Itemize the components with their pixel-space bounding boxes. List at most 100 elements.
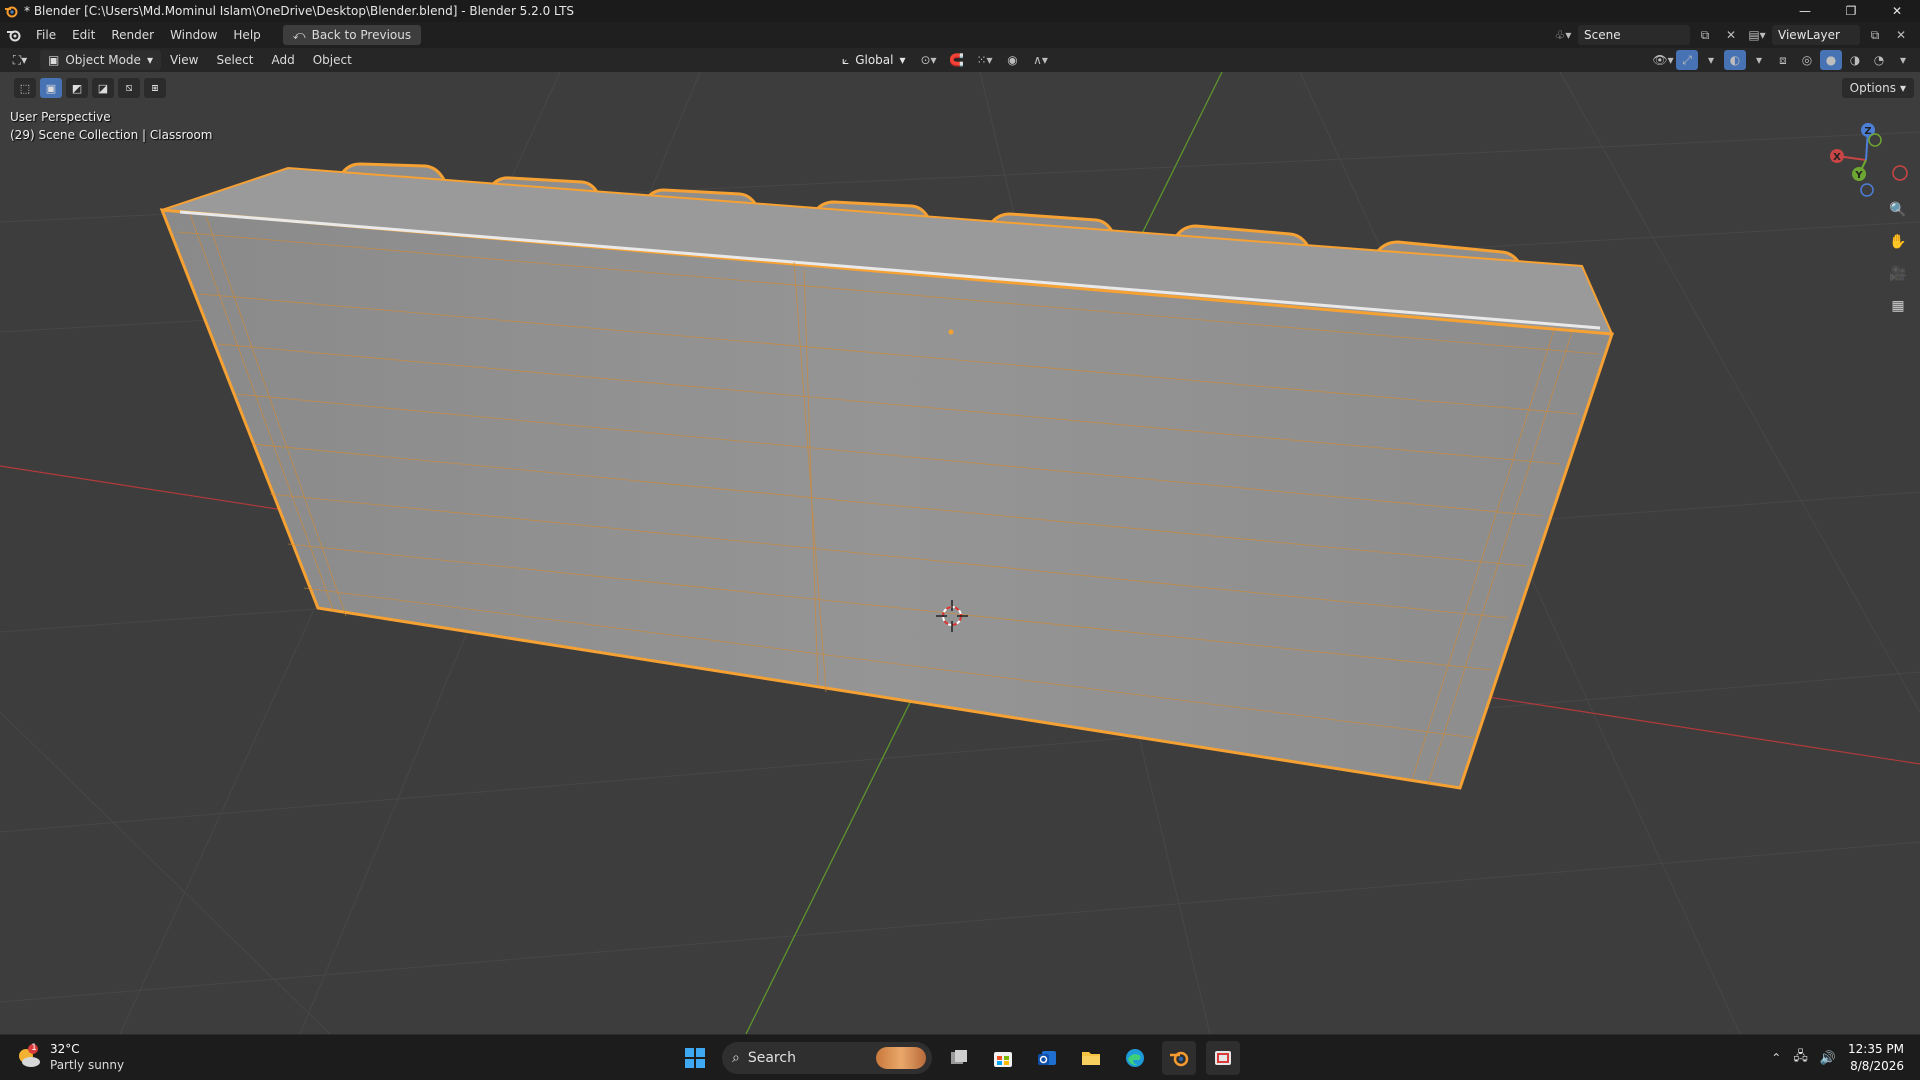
xray-toggle-icon[interactable]: ⧈	[1772, 50, 1794, 70]
object-mode-icon: ▣	[48, 53, 60, 67]
falloff-icon[interactable]: ∧▾	[1030, 50, 1052, 70]
menu-select[interactable]: Select	[207, 53, 262, 67]
viewport-scene: X Y Z	[0, 72, 1920, 1034]
scene-field[interactable]: Scene	[1578, 25, 1690, 45]
chevron-down-icon: ▾	[146, 53, 153, 67]
gizmo-toggle-icon[interactable]: ⤢	[1676, 50, 1698, 70]
pivot-point-icon[interactable]: ⊙▾	[918, 50, 940, 70]
search-highlight-image	[876, 1047, 926, 1069]
pan-hand-icon[interactable]: ✋	[1886, 230, 1910, 254]
blender-taskbar-icon[interactable]	[1162, 1041, 1196, 1075]
gizmo-z-label: Z	[1864, 126, 1871, 137]
orientation-label: Global	[855, 53, 894, 67]
microsoft-store-icon[interactable]	[986, 1041, 1020, 1075]
volume-icon[interactable]: 🔊	[1820, 1051, 1836, 1066]
chevron-down-icon: ▾	[899, 53, 906, 67]
menu-render[interactable]: Render	[103, 28, 162, 42]
chevron-down-icon: ▾	[1899, 81, 1906, 95]
windows-start-icon[interactable]	[678, 1041, 712, 1075]
windows-taskbar: 1 32°C Partly sunny ⌕ Search ⌃ 🖧 🔊 12:35…	[0, 1034, 1920, 1080]
task-view-icon[interactable]	[942, 1041, 976, 1075]
shading-rendered-icon[interactable]: ◔	[1868, 50, 1890, 70]
new-view-layer-icon[interactable]: ⧉	[1864, 25, 1886, 45]
orientation-icon: ⟀	[842, 52, 850, 67]
remove-scene-icon[interactable]: ✕	[1720, 25, 1742, 45]
viewport-header: ⛶▾ ▣ Object Mode ▾ View Select Add Objec…	[0, 48, 1920, 72]
clock-time: 12:35 PM	[1848, 1042, 1904, 1056]
system-tray: ⌃ 🖧 🔊 12:35 PM 8/8/2026	[1771, 1035, 1904, 1080]
menu-file[interactable]: File	[28, 28, 64, 42]
navigation-gizmo: X Y Z	[1830, 123, 1908, 197]
minimize-icon[interactable]: —	[1782, 0, 1828, 22]
close-icon[interactable]: ✕	[1874, 0, 1920, 22]
top-menu-bar: File Edit Render Window Help ⤺ Back to P…	[0, 22, 1920, 48]
back-to-previous-button[interactable]: ⤺ Back to Previous	[282, 25, 422, 45]
partly-sunny-icon: 1	[16, 1043, 42, 1070]
clock-date: 8/8/2026	[1850, 1059, 1904, 1073]
system-clock[interactable]: 12:35 PM 8/8/2026	[1848, 1041, 1904, 1075]
menu-edit[interactable]: Edit	[64, 28, 103, 42]
select-tool-row: ⬚ ▣ ◩ ◪ ⧅ ⧆	[14, 78, 166, 98]
gizmo-y-label: Y	[1854, 170, 1863, 181]
network-icon[interactable]: 🖧	[1793, 1047, 1808, 1069]
weather-temperature: 32°C	[50, 1042, 80, 1056]
object-mode-dropdown[interactable]: ▣ Object Mode ▾	[40, 50, 161, 70]
edge-browser-icon[interactable]	[1118, 1041, 1152, 1075]
snipping-tool-icon[interactable]	[1206, 1041, 1240, 1075]
view-layer-field[interactable]: ViewLayer	[1772, 25, 1860, 45]
options-dropdown[interactable]: Options ▾	[1841, 78, 1914, 98]
blender-menu-icon[interactable]	[0, 28, 28, 42]
shading-dropdown-icon[interactable]: ▾	[1892, 50, 1914, 70]
visibility-icon[interactable]: 👁▾	[1652, 50, 1674, 70]
menu-object[interactable]: Object	[304, 53, 361, 67]
transform-orientation-dropdown[interactable]: ⟀ Global ▾	[836, 50, 912, 70]
perspective-toggle-icon[interactable]: ▦	[1886, 294, 1910, 318]
view-layer-name: ViewLayer	[1778, 28, 1840, 42]
menu-help[interactable]: Help	[225, 28, 268, 42]
object-mode-label: Object Mode	[65, 53, 141, 67]
shading-wireframe-icon[interactable]: ◎	[1796, 50, 1818, 70]
scene-type-icon[interactable]: ♧▾	[1552, 25, 1574, 45]
restore-icon[interactable]: ❐	[1828, 0, 1874, 22]
select-mode-extend-icon[interactable]: ◩	[66, 78, 88, 98]
select-mode-new-icon[interactable]: ▣	[40, 78, 62, 98]
select-mode-intersect-icon[interactable]: ⧆	[144, 78, 166, 98]
show-hidden-icons-icon[interactable]: ⌃	[1771, 1051, 1781, 1065]
shading-solid-icon[interactable]: ●	[1820, 50, 1842, 70]
3d-viewport[interactable]: X Y Z ⬚ ▣ ◩ ◪ ⧅ ⧆ Options ▾ User Perspec…	[0, 72, 1920, 1034]
weather-widget[interactable]: 1 32°C Partly sunny	[16, 1041, 124, 1073]
collection-label: (29) Scene Collection | Classroom	[10, 128, 213, 142]
back-icon: ⤺	[292, 27, 306, 42]
menu-window[interactable]: Window	[162, 28, 225, 42]
back-to-previous-label: Back to Previous	[311, 28, 412, 42]
overlays-dropdown-icon[interactable]: ▾	[1748, 50, 1770, 70]
menu-view[interactable]: View	[161, 53, 207, 67]
title-bar: * Blender [C:\Users\Md.Mominul Islam\One…	[0, 0, 1920, 22]
camera-view-icon[interactable]: 🎥	[1886, 262, 1910, 286]
select-mode-invert-icon[interactable]: ⧅	[118, 78, 140, 98]
snap-icon[interactable]: 🧲	[946, 50, 968, 70]
weather-condition: Partly sunny	[50, 1058, 125, 1072]
select-mode-subtract-icon[interactable]: ◪	[92, 78, 114, 98]
blender-logo-icon	[0, 0, 22, 22]
gizmo-dropdown-icon[interactable]: ▾	[1700, 50, 1722, 70]
file-explorer-icon[interactable]	[1074, 1041, 1108, 1075]
menu-add[interactable]: Add	[262, 53, 303, 67]
editor-type-icon[interactable]: ⛶▾	[0, 53, 40, 68]
view-layer-type-icon[interactable]: ▤▾	[1746, 25, 1768, 45]
select-tool-icon[interactable]: ⬚	[14, 78, 36, 98]
overlays-toggle-icon[interactable]: ◐	[1724, 50, 1746, 70]
proportional-editing-icon[interactable]: ◉	[1002, 50, 1024, 70]
perspective-label: User Perspective	[10, 110, 111, 124]
viewport-navigation-tools: 🔍 ✋ 🎥 ▦	[1886, 198, 1910, 318]
shading-material-icon[interactable]: ◑	[1844, 50, 1866, 70]
options-label: Options	[1849, 81, 1896, 95]
outlook-icon[interactable]	[1030, 1041, 1064, 1075]
taskbar-search-box[interactable]: ⌕ Search	[722, 1042, 932, 1074]
snap-target-icon[interactable]: ⁙▾	[974, 50, 996, 70]
window-title: * Blender [C:\Users\Md.Mominul Islam\One…	[24, 4, 575, 18]
zoom-icon[interactable]: 🔍	[1886, 198, 1910, 222]
new-scene-icon[interactable]: ⧉	[1694, 25, 1716, 45]
object-origin	[948, 329, 954, 335]
remove-view-layer-icon[interactable]: ✕	[1890, 25, 1912, 45]
